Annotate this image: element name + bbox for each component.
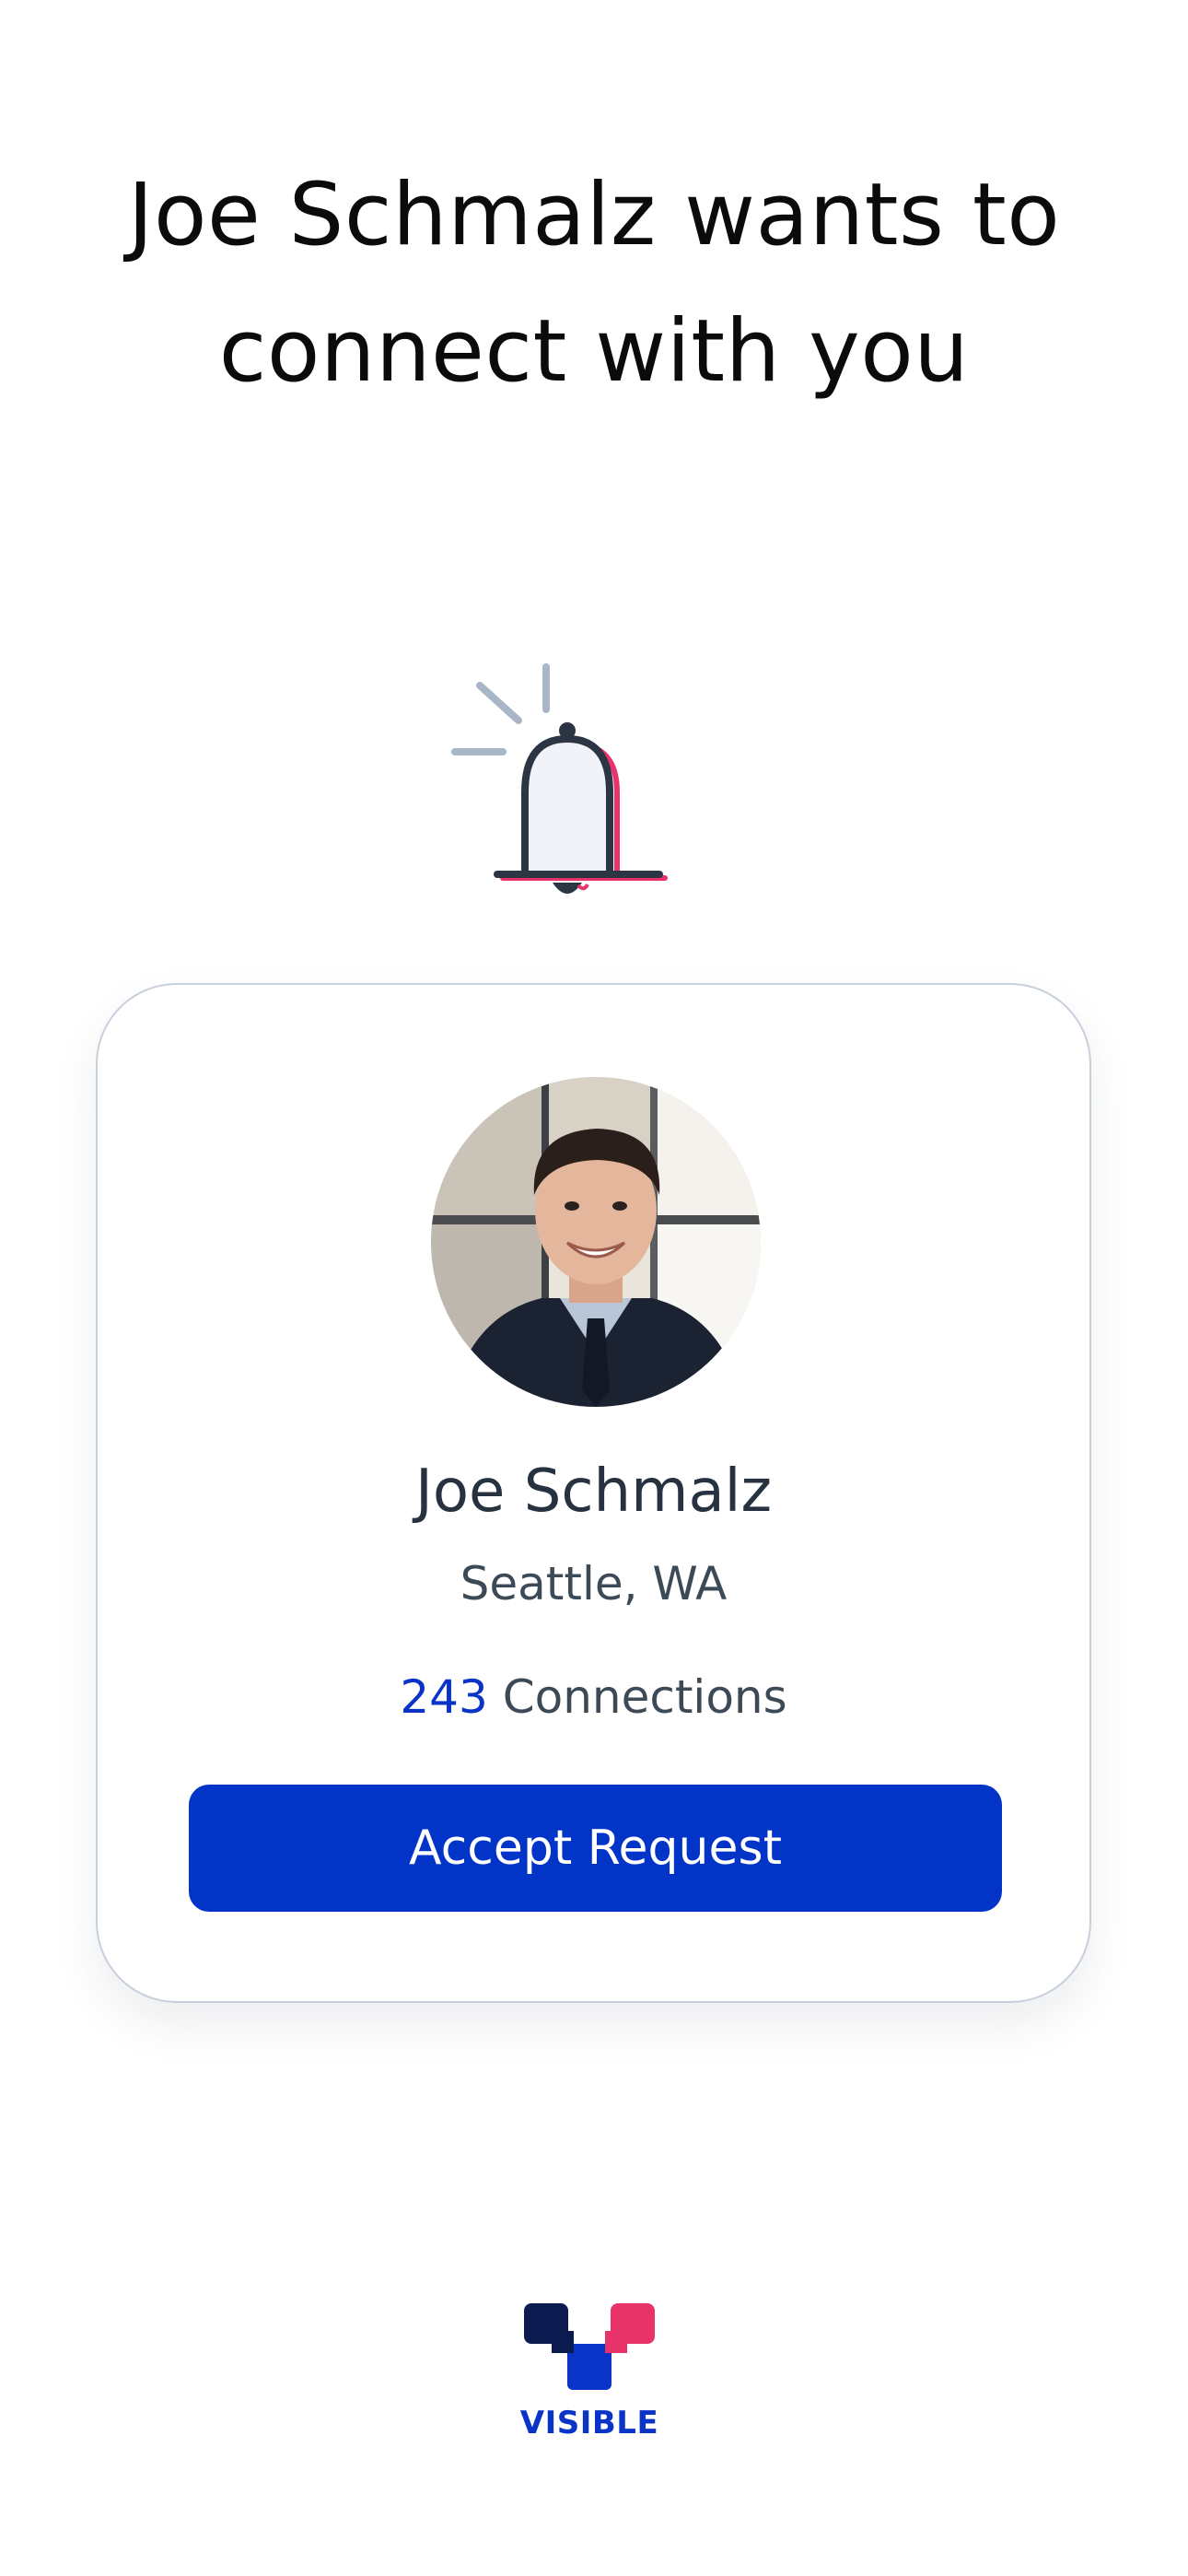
- brand-name: VISIBLE: [519, 2405, 659, 2441]
- avatar: [431, 1077, 761, 1407]
- connection-card: Joe Schmalz Seattle, WA 243 Connections …: [96, 983, 1091, 2003]
- profile-name: Joe Schmalz: [414, 1458, 773, 1526]
- visible-logo-icon: [524, 2303, 655, 2390]
- connection-request-screen: Joe Schmalz wants to connect with you Jo…: [0, 0, 1188, 2576]
- accept-request-button[interactable]: Accept Request: [189, 1785, 1002, 1912]
- bell-icon: [449, 663, 670, 917]
- connections-label: Connections: [502, 1670, 787, 1724]
- profile-location: Seattle, WA: [460, 1557, 728, 1610]
- connections-count: 243: [400, 1670, 488, 1724]
- page-title: Joe Schmalz wants to connect with you: [127, 165, 1061, 402]
- connections-summary: 243 Connections: [98, 1667, 1089, 1727]
- brand-footer: VISIBLE: [516, 2303, 663, 2441]
